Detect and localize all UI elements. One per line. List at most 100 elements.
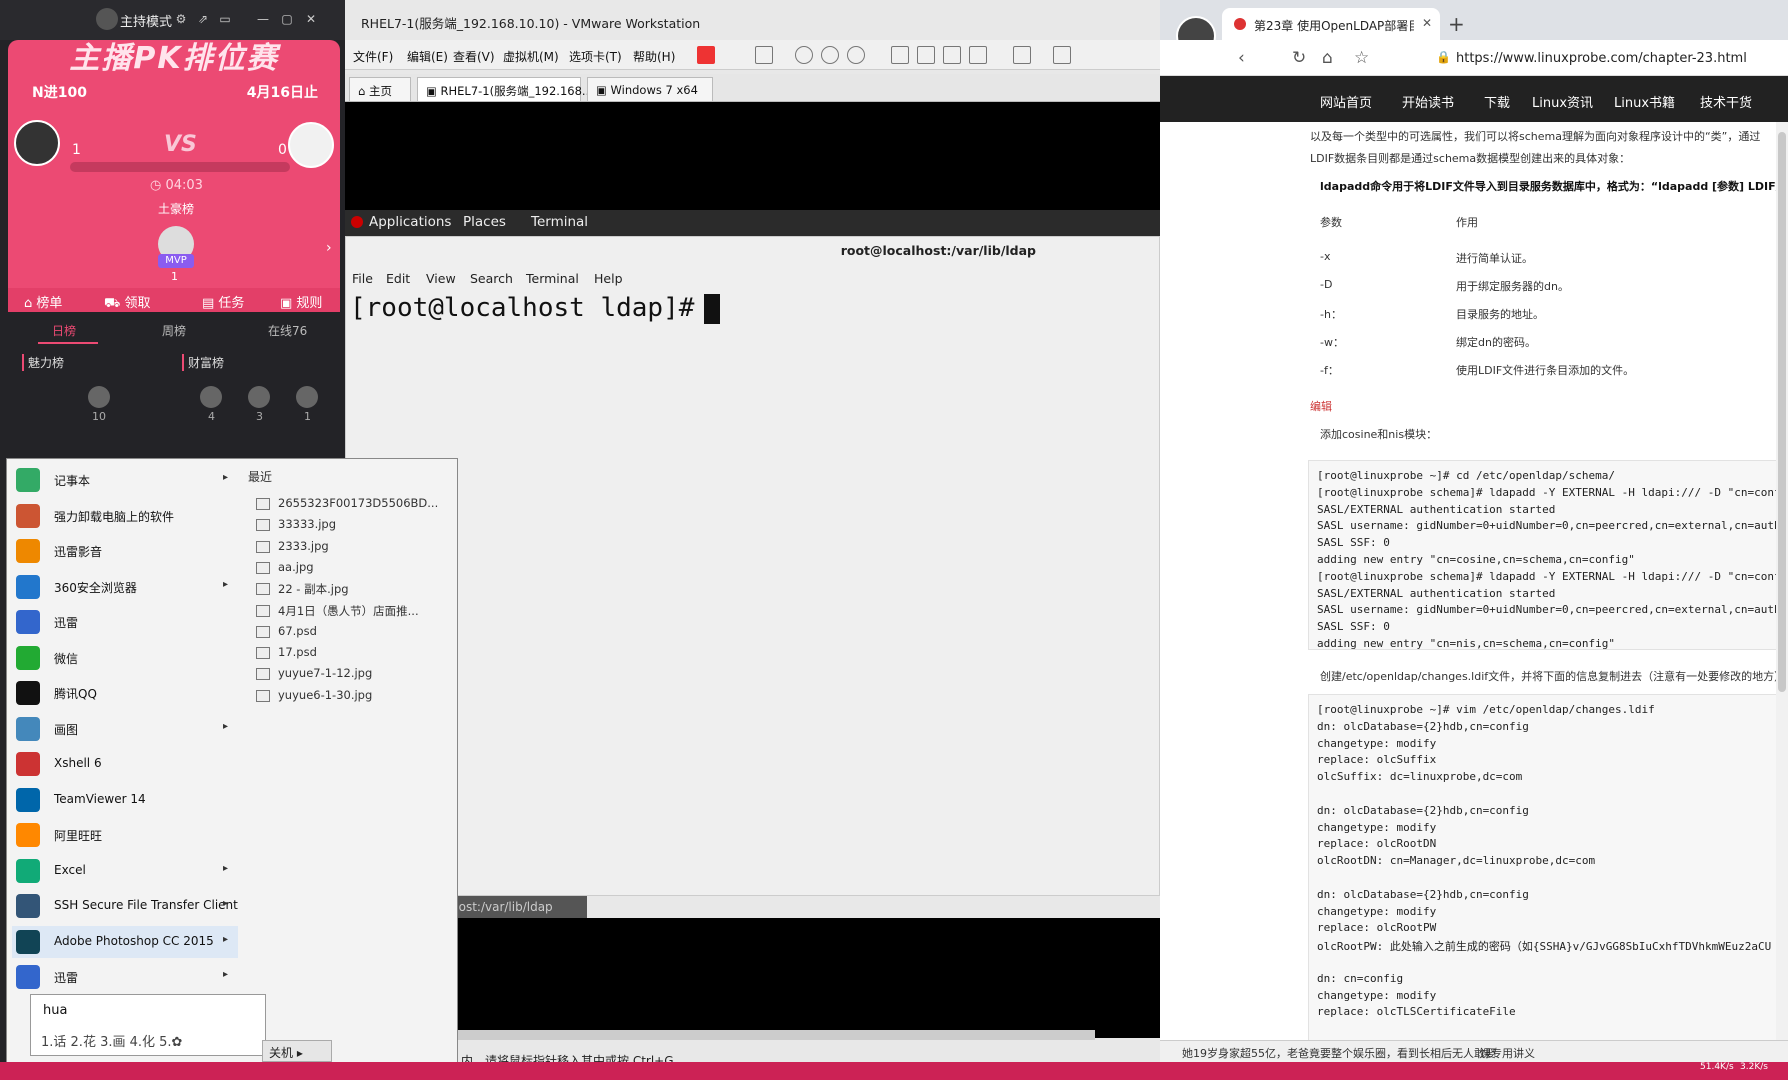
- avatar-right[interactable]: [288, 122, 334, 168]
- gnome-terminal[interactable]: Terminal: [531, 214, 588, 230]
- library-icon[interactable]: [891, 46, 909, 64]
- nav-read[interactable]: 开始读书: [1402, 92, 1454, 111]
- menu-help[interactable]: 帮助(H): [633, 48, 675, 65]
- terminal-window[interactable]: root@localhost:/var/lib/ldap File Edit V…: [345, 236, 1160, 896]
- unity-icon[interactable]: [969, 46, 987, 64]
- start-menu-item[interactable]: 腾讯QQ: [12, 677, 238, 709]
- menu-edit[interactable]: 编辑(E): [407, 48, 448, 65]
- news-ticker[interactable]: 她19岁身家超55亿，老爸竟要整个娱乐圈，看到长相后无人敢娶: [1182, 1045, 1496, 1061]
- recent-file[interactable]: yuyue7-1-12.jpg: [256, 664, 446, 684]
- nav-download[interactable]: 下载: [1484, 92, 1510, 111]
- task-button[interactable]: ▤ 任务: [202, 292, 244, 311]
- rank-avatar[interactable]: [248, 386, 270, 408]
- nav-news[interactable]: Linux资讯: [1532, 92, 1593, 111]
- edit-link[interactable]: 编辑: [1310, 398, 1332, 414]
- gnome-window-list-item[interactable]: host:/var/lib/ldap: [445, 896, 587, 918]
- start-menu-item[interactable]: 阿里旺旺: [12, 819, 238, 851]
- start-menu-item[interactable]: Adobe Photoshop CC 2015 ▸: [12, 925, 238, 958]
- address-bar[interactable]: 🔒 https://www.linuxprobe.com/chapter-23.…: [1434, 46, 1788, 72]
- stretch-icon[interactable]: [1053, 46, 1071, 64]
- rank-avatar[interactable]: [296, 386, 318, 408]
- start-menu-item[interactable]: 迅雷 ▸: [12, 961, 238, 993]
- tab-rhel[interactable]: ▣ RHEL7-1(服务端_192.168...: [417, 77, 593, 101]
- rules-button[interactable]: ▣ 规则: [280, 292, 322, 311]
- nav-home[interactable]: 网站首页: [1320, 92, 1372, 111]
- tab-online[interactable]: 在线76: [268, 322, 307, 339]
- snapshot-icon[interactable]: [795, 46, 813, 64]
- bookmark-star-icon[interactable]: ☆: [1354, 48, 1369, 68]
- start-menu-item[interactable]: TeamViewer 14: [12, 784, 238, 816]
- recent-file[interactable]: 33333.jpg: [256, 515, 446, 535]
- term-menu-help[interactable]: Help: [594, 271, 623, 286]
- term-menu-terminal[interactable]: Terminal: [526, 271, 579, 286]
- maximize-icon[interactable]: ▢: [280, 12, 294, 26]
- send-keys-icon[interactable]: [755, 46, 773, 64]
- tab-daily[interactable]: 日榜: [52, 322, 76, 339]
- gnome-top-bar: Applications Places Terminal: [345, 210, 1160, 236]
- tab-home[interactable]: ⌂ 主页: [349, 77, 411, 101]
- tab-close-icon[interactable]: ✕: [1422, 16, 1432, 30]
- pause-icon[interactable]: [697, 46, 715, 64]
- browser-tab[interactable]: 第23章 使用OpenLDAP部署目录... ✕: [1222, 8, 1440, 40]
- gnome-applications[interactable]: Applications: [369, 214, 451, 230]
- recent-file[interactable]: 22 - 副本.jpg: [256, 579, 446, 599]
- chevron-right-icon[interactable]: ›: [326, 240, 332, 256]
- recent-file[interactable]: 2655323F00173D5506BD...: [256, 494, 446, 514]
- start-menu-item[interactable]: Excel ▸: [12, 855, 238, 887]
- minimize-icon[interactable]: —: [256, 12, 270, 26]
- start-menu-item[interactable]: 画图 ▸: [12, 713, 238, 745]
- recent-file[interactable]: 67.psd: [256, 622, 446, 642]
- fullscreen-icon[interactable]: [943, 46, 961, 64]
- start-menu-item[interactable]: 迅雷: [12, 606, 238, 638]
- recent-file[interactable]: 4月1日（愚人节）店面推...: [256, 601, 446, 621]
- start-menu-item[interactable]: 强力卸载电脑上的软件: [12, 500, 238, 532]
- browser-scrollbar[interactable]: [1776, 122, 1788, 1042]
- tab-weekly[interactable]: 周榜: [162, 322, 186, 339]
- thumbnail-icon[interactable]: [917, 46, 935, 64]
- revert-icon[interactable]: [821, 46, 839, 64]
- recent-file[interactable]: yuyue6-1-30.jpg: [256, 686, 446, 706]
- rank-avatar[interactable]: [88, 386, 110, 408]
- start-menu-item[interactable]: 360安全浏览器 ▸: [12, 571, 238, 603]
- home-icon[interactable]: ⌂: [1322, 48, 1333, 68]
- menu-tabs[interactable]: 选项卡(T): [569, 48, 622, 65]
- ime-candidates[interactable]: 1.话 2.花 3.画 4.化 5.✿: [41, 1031, 182, 1050]
- term-menu-edit[interactable]: Edit: [386, 271, 410, 286]
- term-menu-view[interactable]: View: [426, 271, 456, 286]
- gnome-places[interactable]: Places: [463, 214, 506, 230]
- term-menu-search[interactable]: Search: [470, 271, 513, 286]
- start-menu-item-label: 迅雷影音: [54, 545, 103, 559]
- code-line: SASL/EXTERNAL authentication started: [1317, 502, 1556, 516]
- start-menu-item[interactable]: Xshell 6: [12, 748, 238, 780]
- recent-file[interactable]: aa.jpg: [256, 558, 446, 578]
- start-menu-item[interactable]: SSH Secure File Transfer Client ▸: [12, 890, 238, 922]
- menu-vm[interactable]: 虚拟机(M): [503, 48, 559, 65]
- share-icon[interactable]: ⇗: [196, 12, 210, 26]
- settings-icon[interactable]: ⚙: [174, 12, 188, 26]
- avatar-left[interactable]: [14, 120, 60, 166]
- close-icon[interactable]: ✕: [304, 12, 318, 26]
- term-menu-file[interactable]: File: [352, 271, 373, 286]
- back-icon[interactable]: ‹: [1238, 48, 1245, 68]
- menu-view[interactable]: 查看(V): [453, 48, 495, 65]
- new-tab-icon[interactable]: +: [1448, 12, 1465, 36]
- scroll-thumb[interactable]: [1778, 132, 1786, 692]
- recent-file[interactable]: 2333.jpg: [256, 537, 446, 557]
- horizontal-scrollbar[interactable]: [455, 1030, 1095, 1040]
- nav-tech[interactable]: 技术干货: [1700, 92, 1752, 111]
- shutdown-button[interactable]: 关机 ▸: [262, 1040, 332, 1062]
- start-menu-item[interactable]: 微信: [12, 642, 238, 674]
- snapshot-manager-icon[interactable]: [847, 46, 865, 64]
- ranklist-button[interactable]: ⌂ 榜单: [24, 292, 62, 311]
- tab-win7[interactable]: ▣ Windows 7 x64: [587, 77, 713, 101]
- menu-file[interactable]: 文件(F): [353, 48, 393, 65]
- recent-file[interactable]: 17.psd: [256, 643, 446, 663]
- nav-books[interactable]: Linux书籍: [1614, 92, 1675, 111]
- rank-avatar[interactable]: [200, 386, 222, 408]
- console-icon[interactable]: [1013, 46, 1031, 64]
- start-menu-item[interactable]: 记事本 ▸: [12, 464, 238, 496]
- restore-icon[interactable]: ▭: [218, 12, 232, 26]
- start-menu-item[interactable]: 迅雷影音: [12, 535, 238, 567]
- claim-button[interactable]: ⛟ 领取: [104, 292, 151, 313]
- reload-icon[interactable]: ↻: [1292, 48, 1306, 68]
